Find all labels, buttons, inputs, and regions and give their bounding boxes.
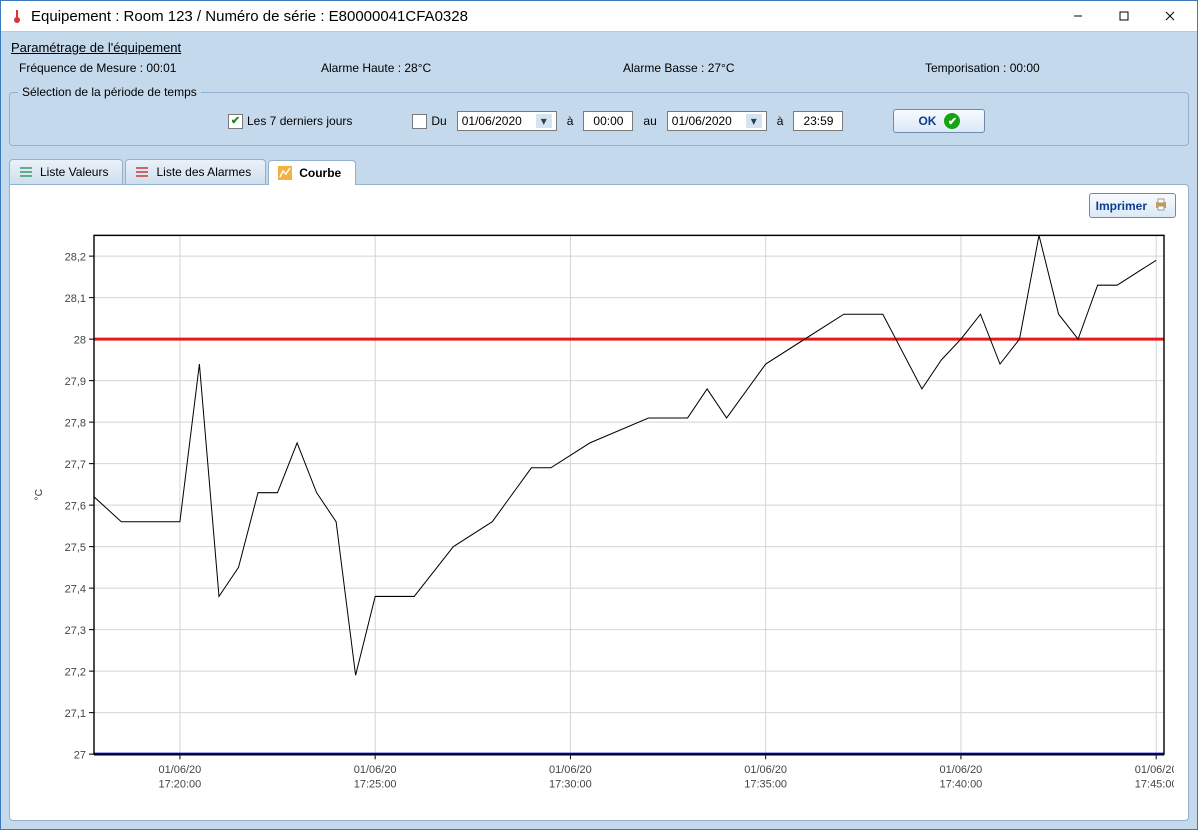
print-button[interactable]: Imprimer <box>1089 193 1176 218</box>
sep-a: à <box>567 114 574 128</box>
svg-text:27,3: 27,3 <box>65 625 86 637</box>
svg-text:28: 28 <box>74 334 86 346</box>
svg-text:27,8: 27,8 <box>65 417 86 429</box>
tab-curve[interactable]: Courbe <box>268 160 356 185</box>
last7-checkbox[interactable]: ✔ Les 7 derniers jours <box>228 114 352 129</box>
svg-text:27,2: 27,2 <box>65 666 86 678</box>
dropdown-icon: ▾ <box>536 114 552 128</box>
range-label: Du <box>431 114 446 128</box>
chart-panel: Imprimer 2727,127,227,327,427,527,627,72… <box>9 184 1189 821</box>
svg-text:01/06/20: 01/06/20 <box>744 764 787 776</box>
svg-text:01/06/20: 01/06/20 <box>940 764 983 776</box>
ok-icon: ✔ <box>944 113 960 129</box>
svg-text:27,6: 27,6 <box>65 500 86 512</box>
alarm-list-icon <box>134 164 150 180</box>
svg-text:27,1: 27,1 <box>65 708 86 720</box>
printer-icon <box>1153 196 1169 215</box>
param-link[interactable]: Paramétrage de l'équipement <box>9 36 1189 57</box>
meta-row: Fréquence de Mesure : 00:01 Alarme Haute… <box>9 57 1189 85</box>
meta-alarm-high: Alarme Haute : 28°C <box>321 61 583 75</box>
ok-button[interactable]: OK ✔ <box>893 109 985 133</box>
last7-label: Les 7 derniers jours <box>247 114 352 128</box>
check-icon: ✔ <box>412 114 427 129</box>
list-icon <box>18 164 34 180</box>
period-fieldset: Sélection de la période de temps ✔ Les 7… <box>9 85 1189 146</box>
window-title: Equipement : Room 123 / Numéro de série … <box>31 8 1055 25</box>
svg-text:17:20:00: 17:20:00 <box>159 778 202 790</box>
svg-text:01/06/20: 01/06/20 <box>159 764 202 776</box>
svg-text:28,1: 28,1 <box>65 293 86 305</box>
svg-text:°C: °C <box>34 489 45 501</box>
app-icon <box>9 8 25 24</box>
svg-text:17:40:00: 17:40:00 <box>940 778 983 790</box>
svg-text:17:30:00: 17:30:00 <box>549 778 592 790</box>
svg-text:27,4: 27,4 <box>65 583 86 595</box>
equipment-window: Equipement : Room 123 / Numéro de série … <box>0 0 1198 830</box>
time-to-input[interactable]: 23:59 <box>793 111 843 131</box>
meta-alarm-low: Alarme Basse : 27°C <box>623 61 885 75</box>
chart-icon <box>277 165 293 181</box>
tab-alarms[interactable]: Liste des Alarmes <box>125 159 266 184</box>
close-button[interactable] <box>1147 1 1193 31</box>
meta-tempo: Temporisation : 00:00 <box>925 61 1187 75</box>
svg-text:28,2: 28,2 <box>65 251 86 263</box>
svg-text:17:45:00: 17:45:00 <box>1135 778 1174 790</box>
svg-text:27: 27 <box>74 749 86 761</box>
svg-text:17:35:00: 17:35:00 <box>744 778 787 790</box>
tab-values[interactable]: Liste Valeurs <box>9 159 123 184</box>
svg-text:17:25:00: 17:25:00 <box>354 778 397 790</box>
chart: 27 27,1 27,2 27,3 27,4 27,5 27,6 27,7 27,8 27,9 28… <box>24 225 1174 806</box>
svg-text:27,7: 27,7 <box>65 459 86 471</box>
range-checkbox[interactable]: ✔ Du <box>412 114 446 129</box>
svg-text:27,9: 27,9 <box>65 376 86 388</box>
sep-a2: à <box>777 114 784 128</box>
maximize-button[interactable] <box>1101 1 1147 31</box>
svg-text:01/06/20: 01/06/20 <box>354 764 397 776</box>
date-from-input[interactable]: 01/06/2020 ▾ <box>457 111 557 131</box>
check-icon: ✔ <box>228 114 243 129</box>
date-to-input[interactable]: 01/06/2020 ▾ <box>667 111 767 131</box>
sep-au: au <box>643 114 656 128</box>
period-legend: Sélection de la période de temps <box>18 85 201 99</box>
svg-text:01/06/20: 01/06/20 <box>1135 764 1174 776</box>
titlebar: Equipement : Room 123 / Numéro de série … <box>1 1 1197 32</box>
time-from-input[interactable]: 00:00 <box>583 111 633 131</box>
svg-text:27,5: 27,5 <box>65 542 86 554</box>
minimize-button[interactable] <box>1055 1 1101 31</box>
svg-text:01/06/20: 01/06/20 <box>549 764 592 776</box>
tabstrip: Liste Valeurs Liste des Alarmes Courbe <box>9 156 1189 184</box>
dropdown-icon: ▾ <box>746 114 762 128</box>
meta-freq: Fréquence de Mesure : 00:01 <box>19 61 281 75</box>
